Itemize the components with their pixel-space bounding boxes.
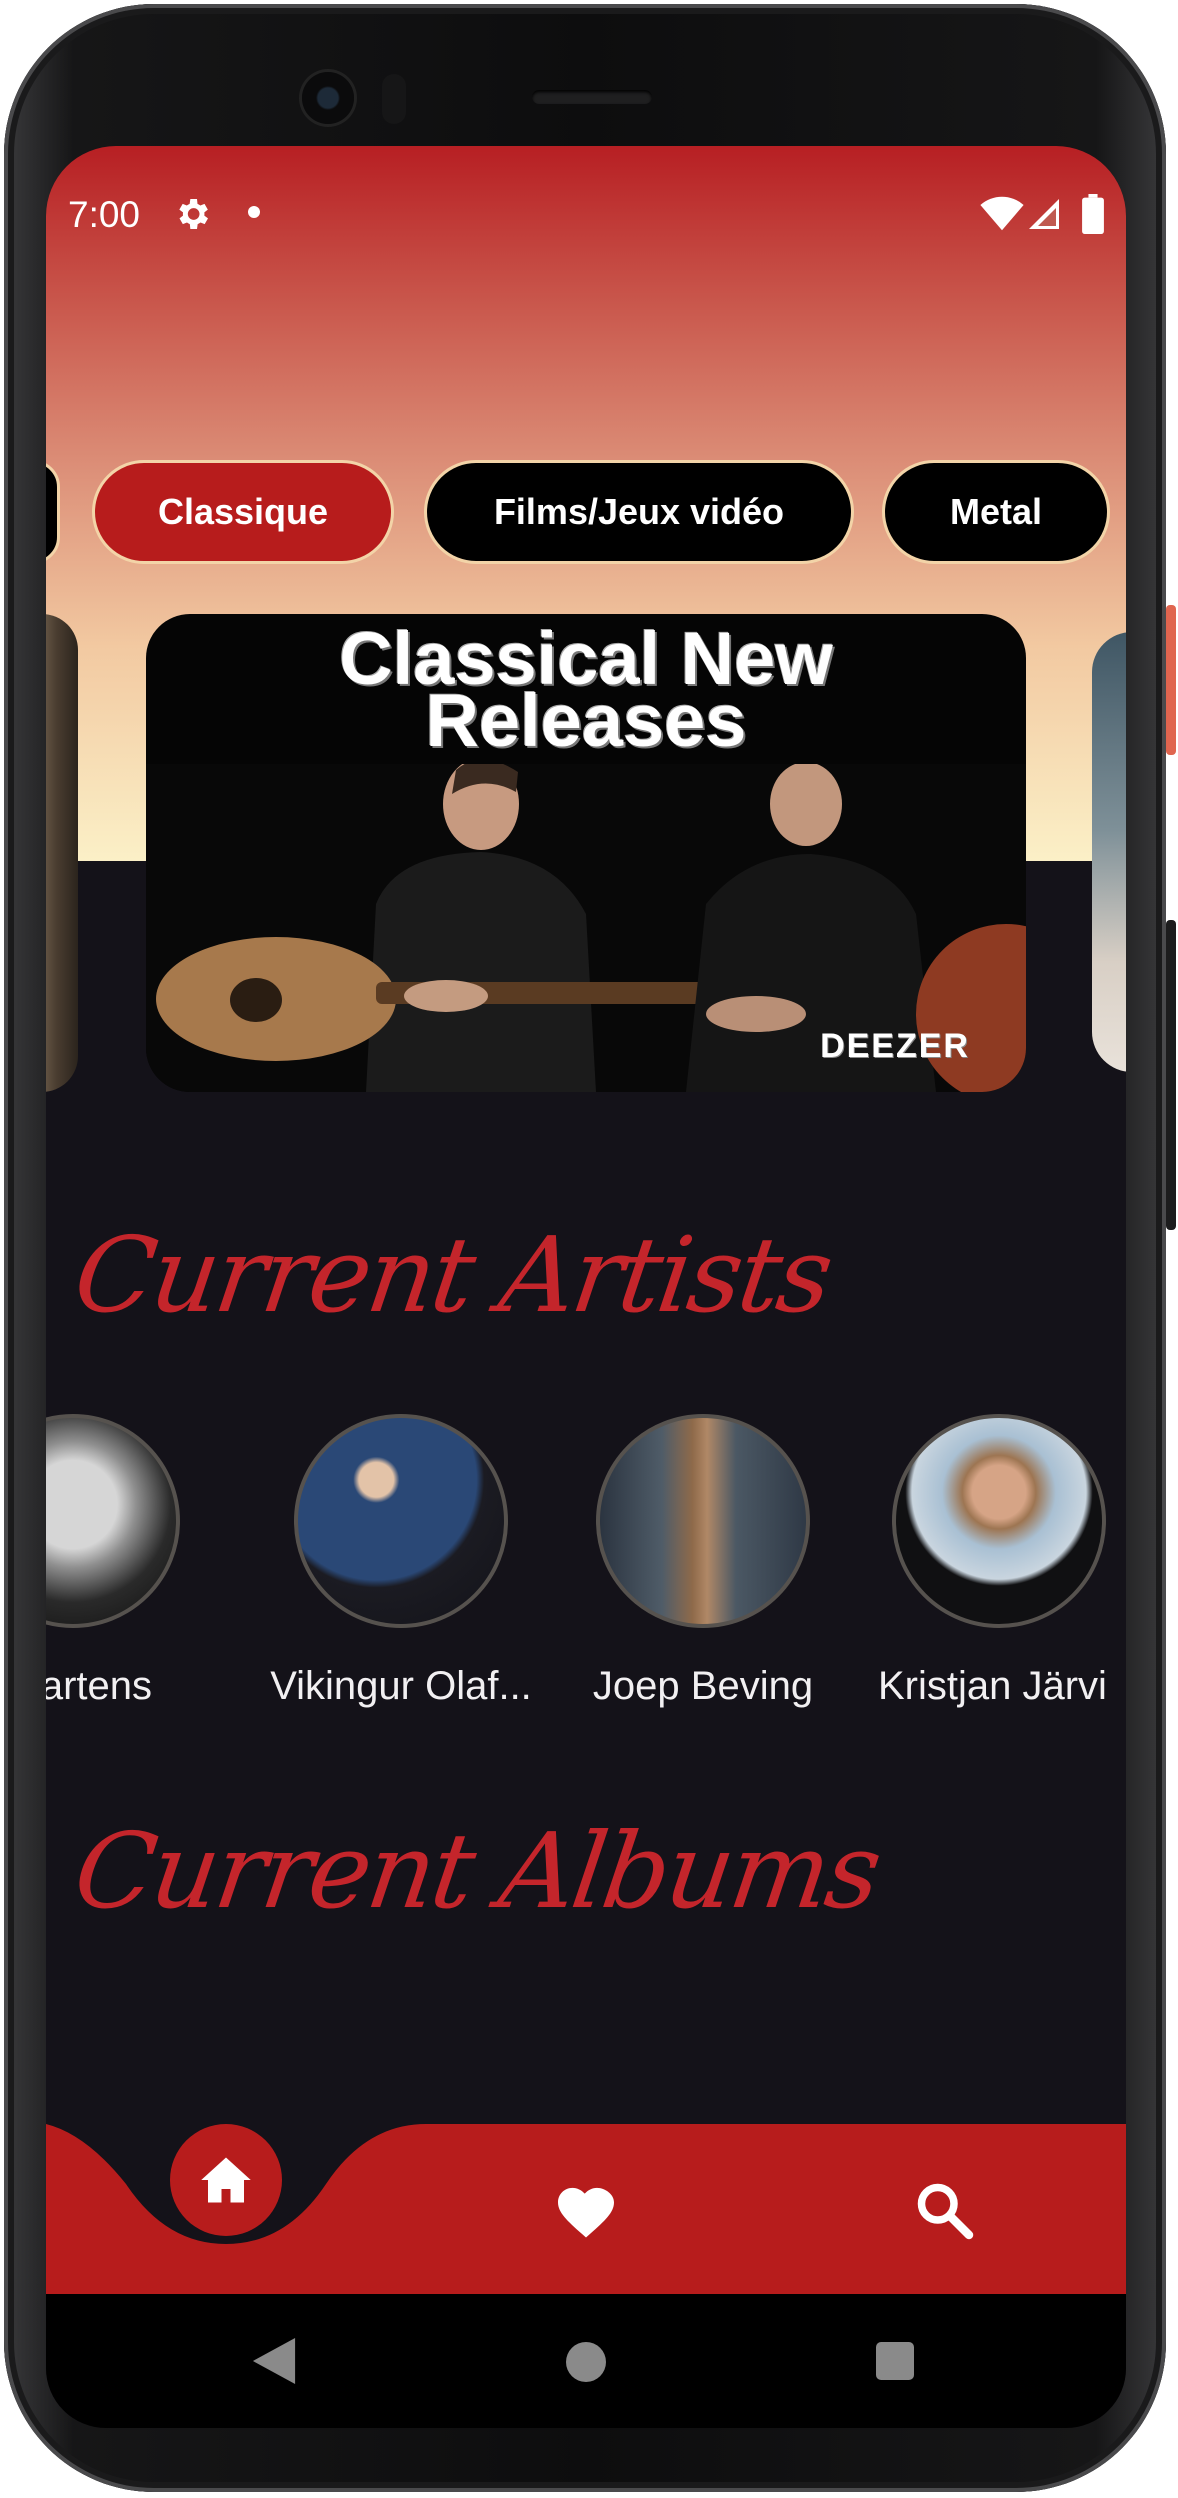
recents-icon[interactable] (876, 2342, 914, 2380)
promo-title: Classical New Releases (146, 622, 1026, 758)
promo-title-line2: Releases (425, 679, 747, 762)
volume-button (1166, 920, 1176, 1230)
playlist-card-next[interactable] (1092, 632, 1126, 1072)
playlist-card-featured[interactable]: Classical New Releases DEEZER (146, 614, 1026, 1092)
artist-name: Vikingur Olaf... (270, 1664, 532, 1708)
nav-home-button[interactable] (170, 2124, 282, 2236)
genre-chip-label: Films/Jeux vidéo (493, 491, 785, 532)
promo-brand-logo: DEEZER (820, 1027, 970, 1065)
artist-avatar (892, 1414, 1106, 1628)
genre-chip-classique[interactable]: Classique (92, 460, 394, 564)
bottom-navigation-bar (46, 2124, 1126, 2294)
genre-chip-films[interactable]: Films/Jeux vidéo (424, 460, 854, 564)
front-camera (302, 72, 354, 124)
genre-chip-label: Classique (157, 491, 329, 532)
artist-name: Martens (46, 1664, 152, 1708)
power-button (1166, 605, 1176, 755)
search-icon[interactable] (914, 2180, 974, 2240)
artist-avatar (596, 1414, 810, 1628)
gear-icon (179, 199, 208, 229)
genre-chip-label: Metal (949, 491, 1043, 532)
signal-icon (1029, 199, 1059, 229)
status-bar: 7:00 (46, 186, 1126, 246)
proximity-sensor (382, 74, 406, 124)
artist-avatar (294, 1414, 508, 1628)
home-circle-icon[interactable] (566, 2342, 606, 2382)
artist-name: Joep Beving (592, 1664, 814, 1708)
albums-section-title: Current Albums (67, 1810, 886, 1932)
artist-avatar (46, 1414, 180, 1628)
artist-name: Kristjan Järvi (878, 1664, 1107, 1708)
earpiece-speaker (532, 90, 652, 104)
app-screen: 7:00 Classique Films/Jeux vidéo Metal Cl… (46, 146, 1126, 2428)
heart-icon[interactable] (554, 2184, 618, 2240)
wifi-icon (980, 196, 1024, 231)
playlist-card-previous[interactable] (46, 614, 78, 1092)
home-icon (201, 2157, 251, 2203)
battery-icon (1082, 194, 1104, 234)
status-time: 7:00 (68, 194, 141, 235)
genre-chip-metal[interactable]: Metal (882, 460, 1110, 564)
system-navigation-bar (46, 2294, 1126, 2428)
back-icon[interactable] (252, 2338, 296, 2384)
notification-dot-icon (248, 206, 260, 218)
artists-section-title: Current Artists (67, 1214, 838, 1336)
